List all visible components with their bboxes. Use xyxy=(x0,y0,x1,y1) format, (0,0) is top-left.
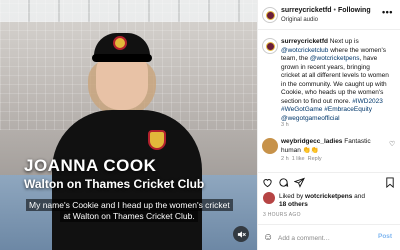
comment-meta: 2 h 1 like Reply xyxy=(281,156,322,162)
comment-time: 2 h xyxy=(281,156,289,162)
post-caption: surreycricketfd Next up is @wotcricketcl… xyxy=(281,38,389,123)
comment-svg xyxy=(279,178,289,187)
following-button[interactable]: Following xyxy=(338,7,371,14)
bookmark-svg xyxy=(386,177,394,189)
more-options-icon[interactable]: ••• xyxy=(382,7,393,17)
caption-time: 3 h xyxy=(281,122,289,128)
cap-badge-icon xyxy=(113,36,127,50)
post-button[interactable]: Post xyxy=(378,233,392,240)
comment-likes[interactable]: 1 like xyxy=(292,156,305,162)
caption-text: Next up is xyxy=(327,38,359,45)
comment-username[interactable]: weybridgecc_ladies xyxy=(281,138,342,145)
caption-hashtag[interactable]: #EmbraceEquity xyxy=(324,106,372,113)
header-separator: • xyxy=(333,7,336,14)
likes-middle: and xyxy=(352,193,366,200)
comment: weybridgecc_ladies Fantastic human 👏👏 xyxy=(281,138,376,155)
add-comment-bar: ☺ Post xyxy=(258,224,400,250)
shirt-badge-icon xyxy=(148,130,166,150)
comment-like-icon[interactable]: ♡ xyxy=(389,140,395,148)
comment-icon[interactable] xyxy=(278,177,289,191)
caption-avatar[interactable] xyxy=(262,38,278,54)
caption-mention[interactable]: @wotcricketclub xyxy=(281,47,328,54)
liker-username[interactable]: wotcricketpens xyxy=(305,193,352,200)
video-name-title: JOANNA COOK xyxy=(24,156,157,175)
emoji-icon[interactable]: ☺ xyxy=(263,232,273,243)
liker-avatar[interactable] xyxy=(263,192,275,204)
bookmark-icon[interactable] xyxy=(385,177,395,191)
original-audio-link[interactable]: Original audio xyxy=(281,17,318,23)
avatar[interactable] xyxy=(262,7,278,23)
post-timestamp: 3 HOURS AGO xyxy=(263,212,301,218)
action-bar xyxy=(258,172,400,191)
caption-username[interactable]: surreycricketfd xyxy=(281,38,328,45)
post-author-row: surreycricketfd • Following xyxy=(281,7,371,14)
commenter-avatar[interactable] xyxy=(262,138,278,154)
post-panel: surreycricketfd • Following Original aud… xyxy=(257,0,400,250)
comment-reply-button[interactable]: Reply xyxy=(308,156,322,162)
speaker-muted-icon[interactable] xyxy=(233,226,249,242)
video-subtitle-text: My name's Cookie and I head up the women… xyxy=(26,199,233,222)
likes-prefix: Liked by xyxy=(279,193,306,200)
person-cap-brim xyxy=(92,54,152,62)
speaker-muted-svg xyxy=(237,230,246,238)
club-logo-icon xyxy=(265,10,275,20)
video-club-title: Walton on Thames Cricket Club xyxy=(24,177,205,191)
share-icon[interactable] xyxy=(293,177,305,191)
post-author-username[interactable]: surreycricketfd xyxy=(281,7,332,14)
reel-video[interactable]: JOANNA COOK Walton on Thames Cricket Clu… xyxy=(0,0,257,250)
caption-mention[interactable]: @wegotgameofficial xyxy=(281,115,340,122)
club-logo-icon xyxy=(265,41,275,51)
likes-summary: Liked by wotcricketpens and 18 others xyxy=(279,193,365,209)
post-header: surreycricketfd • Following Original aud… xyxy=(258,0,400,30)
share-svg xyxy=(293,177,305,188)
video-subtitle: My name's Cookie and I head up the women… xyxy=(26,199,233,222)
heart-icon[interactable] xyxy=(262,177,273,191)
caption-mention[interactable]: @wotcricketpens xyxy=(310,55,360,62)
caption-hashtag[interactable]: #IWD2023 xyxy=(352,98,383,105)
likes-others-link[interactable]: 18 others xyxy=(279,201,308,208)
comment-input[interactable] xyxy=(278,232,374,244)
caption-hashtag[interactable]: #WeGotGame xyxy=(281,106,322,113)
heart-svg xyxy=(263,179,272,188)
